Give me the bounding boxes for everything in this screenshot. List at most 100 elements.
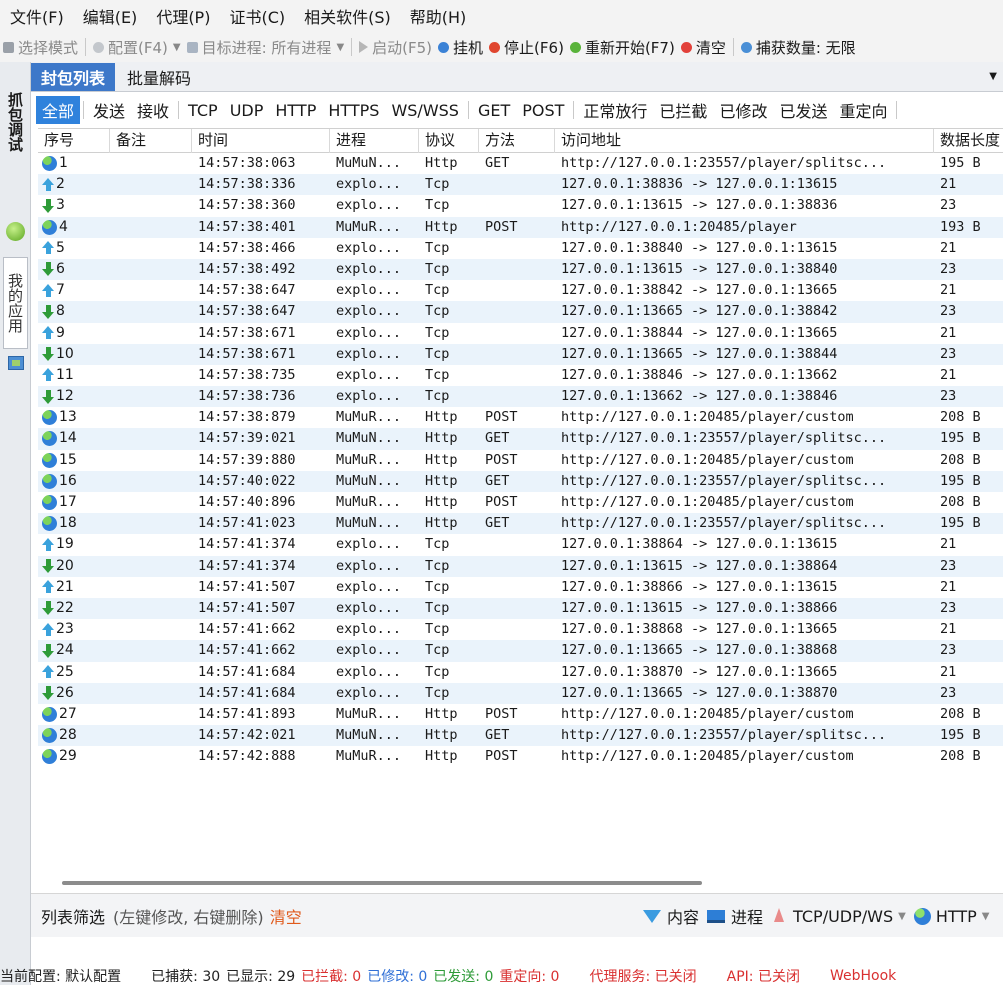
table-row[interactable]: 18 14:57:41:023 MuMuN... Http GET http://127.… [38,513,1003,535]
row-process: explo... [336,197,402,214]
config-button[interactable]: 配置(F4) ▼ [90,37,184,58]
start-button[interactable]: 启动(F5) [356,37,435,58]
filter-http-button[interactable]: HTTP ▼ [913,907,989,926]
horizontal-scrollbar[interactable] [38,878,1003,888]
table-row[interactable]: 29 14:57:42:888 MuMuR... Http POST http://127… [38,746,1003,767]
list-filter-clear-link[interactable]: 清空 [270,904,302,928]
filter-tcp[interactable]: TCP [182,96,224,124]
row-url: 127.0.0.1:38868 -> 127.0.0.1:13665 [561,621,838,638]
table-row[interactable]: 1 14:57:38:063 MuMuN... Http GET http://127.0… [38,153,1003,174]
filter-intercepted[interactable]: 已拦截 [653,96,713,124]
filter-http[interactable]: HTTP [269,96,322,124]
sidebar-tab-apps[interactable]: 我的应用 [3,257,28,349]
table-row[interactable]: 20 14:57:41:374 explo... Tcp 127.0.0.1:13615… [38,555,1003,577]
table-row[interactable]: 17 14:57:40:896 MuMuR... Http POST http://127… [38,492,1003,513]
menu-proxy[interactable]: 代理(P) [156,4,210,28]
row-protocol: Tcp [425,663,450,680]
row-process: explo... [336,176,402,193]
table-row[interactable]: 27 14:57:41:893 MuMuR... Http POST http://127… [38,704,1003,725]
filter-post[interactable]: POST [516,96,570,124]
table-row[interactable]: 7 14:57:38:647 explo... Tcp 127.0.0.1:38842 … [38,280,1003,301]
toolbar: 选择模式 配置(F4) ▼ 目标进程: 所有进程 ▼ 启动(F5) 挂机 停止(… [0,32,1003,62]
filter-receive[interactable]: 接收 [131,96,175,124]
filter-tcp-udp-ws-button[interactable]: TCP/UDP/WS ▼ [771,907,906,926]
table-row[interactable]: 13 14:57:38:879 MuMuR... Http POST http://127… [38,407,1003,428]
select-mode-button[interactable]: 选择模式 [0,37,81,58]
row-url: http://127.0.0.1:20485/player/custom [561,494,854,510]
filter-https[interactable]: HTTPS [322,96,385,124]
table-row[interactable]: 14 14:57:39:021 MuMuN... Http GET http://127.… [38,428,1003,450]
column-header-protocol[interactable]: 协议 [419,129,479,153]
packet-table: 序号 备注 时间 进程 协议 方法 访问地址 数据长度 1 14:57:38:06… [38,128,1003,768]
table-row[interactable]: 21 14:57:41:507 explo... Tcp 127.0.0.1:38866… [38,577,1003,598]
filter-process-button[interactable]: 进程 [707,904,763,928]
table-row[interactable]: 3 14:57:38:360 explo... Tcp 127.0.0.1:13615 … [38,195,1003,216]
capture-count-button[interactable]: 捕获数量: 无限 [738,37,859,58]
table-row[interactable]: 22 14:57:41:507 explo... Tcp 127.0.0.1:13615… [38,597,1003,620]
row-process: MuMuR... [336,705,402,722]
clear-button[interactable]: 清空 [678,37,729,58]
column-header-time[interactable]: 时间 [192,129,330,153]
menu-edit[interactable]: 编辑(E) [83,4,138,28]
filter-all[interactable]: 全部 [36,96,81,124]
process-icon [186,41,198,53]
row-url: http://127.0.0.1:20485/player/custom [561,748,854,765]
filter-get[interactable]: GET [472,96,516,124]
row-no: 24 [38,640,110,661]
table-row[interactable]: 28 14:57:42:021 MuMuN... Http GET http://127.… [38,725,1003,747]
tab-batch-decode[interactable]: 批量解码 [117,63,201,91]
filter-sent[interactable]: 已发送 [773,96,833,124]
filter-udp[interactable]: UDP [224,96,270,124]
column-header-length[interactable]: 数据长度 [934,129,1003,153]
tab-packet-list[interactable]: 封包列表 [31,63,116,91]
table-row[interactable]: 26 14:57:41:684 explo... Tcp 127.0.0.1:13665… [38,682,1003,704]
column-header-no[interactable]: 序号 [38,129,110,153]
filter-modified[interactable]: 已修改 [713,96,773,124]
table-row[interactable]: 2 14:57:38:336 explo... Tcp 127.0.0.1:38836 … [38,174,1003,196]
table-row[interactable]: 12 14:57:38:736 explo... Tcp 127.0.0.1:13662… [38,386,1003,408]
table-row[interactable]: 10 14:57:38:671 explo... Tcp 127.0.0.1:13665… [38,343,1003,365]
column-header-url[interactable]: 访问地址 [555,129,934,153]
row-url: 127.0.0.1:38870 -> 127.0.0.1:13665 [561,663,838,680]
filter-ws-wss[interactable]: WS/WSS [385,96,465,124]
column-header-note[interactable]: 备注 [110,129,192,153]
table-row[interactable]: 4 14:57:38:401 MuMuR... Http POST http://127.… [38,216,1003,238]
menu-related-software[interactable]: 相关软件(S) [304,4,391,28]
scrollbar-thumb[interactable] [62,881,702,885]
table-row[interactable]: 6 14:57:38:492 explo... Tcp 127.0.0.1:13615 … [38,258,1003,281]
menu-certificate[interactable]: 证书(C) [229,4,285,28]
table-row[interactable]: 23 14:57:41:662 explo... Tcp 127.0.0.1:38868… [38,619,1003,640]
filter-send[interactable]: 发送 [87,96,131,124]
table-row[interactable]: 8 14:57:38:647 explo... Tcp 127.0.0.1:13665 … [38,301,1003,323]
filter-redirected[interactable]: 重定向 [833,96,893,124]
filter-normal-pass[interactable]: 正常放行 [577,96,653,124]
row-url: http://127.0.0.1:20485/player/custom [561,451,854,468]
menu-help[interactable]: 帮助(H) [410,4,467,28]
row-method: POST [485,705,518,722]
row-protocol: Tcp [425,260,450,277]
table-row[interactable]: 11 14:57:38:735 explo... Tcp 127.0.0.1:38846… [38,365,1003,386]
sidebar-tab-capture[interactable]: 抓包调试 [3,66,28,178]
table-row[interactable]: 25 14:57:41:684 explo... Tcp 127.0.0.1:38870… [38,662,1003,683]
table-row[interactable]: 16 14:57:40:022 MuMuN... Http GET http://127.… [38,470,1003,492]
table-row[interactable]: 5 14:57:38:466 explo... Tcp 127.0.0.1:38840 … [38,238,1003,259]
restart-button[interactable]: 重新开始(F7) [567,37,678,58]
status-redirected: 重定向: 0 [499,969,560,985]
row-no: 17 [38,492,110,513]
row-no-text: 10 [56,345,74,362]
stop-button[interactable]: 停止(F6) [486,37,567,58]
row-time: 14:57:41:374 [198,557,296,574]
menu-file[interactable]: 文件(F) [10,4,64,28]
column-header-process[interactable]: 进程 [330,129,419,153]
row-no: 12 [38,386,110,407]
table-row[interactable]: 19 14:57:41:374 explo... Tcp 127.0.0.1:38864… [38,534,1003,555]
table-row[interactable]: 9 14:57:38:671 explo... Tcp 127.0.0.1:38844 … [38,323,1003,344]
table-row[interactable]: 24 14:57:41:662 explo... Tcp 127.0.0.1:13665… [38,640,1003,662]
row-time: 14:57:40:896 [198,494,296,510]
chevron-down-icon[interactable]: ▼ [989,71,997,82]
filter-content-button[interactable]: 内容 [643,904,699,928]
table-row[interactable]: 15 14:57:39:880 MuMuR... Http POST http://127… [38,450,1003,471]
column-header-method[interactable]: 方法 [479,129,555,153]
hang-button[interactable]: 挂机 [435,37,486,58]
target-process-button[interactable]: 目标进程: 所有进程 ▼ [184,37,348,58]
